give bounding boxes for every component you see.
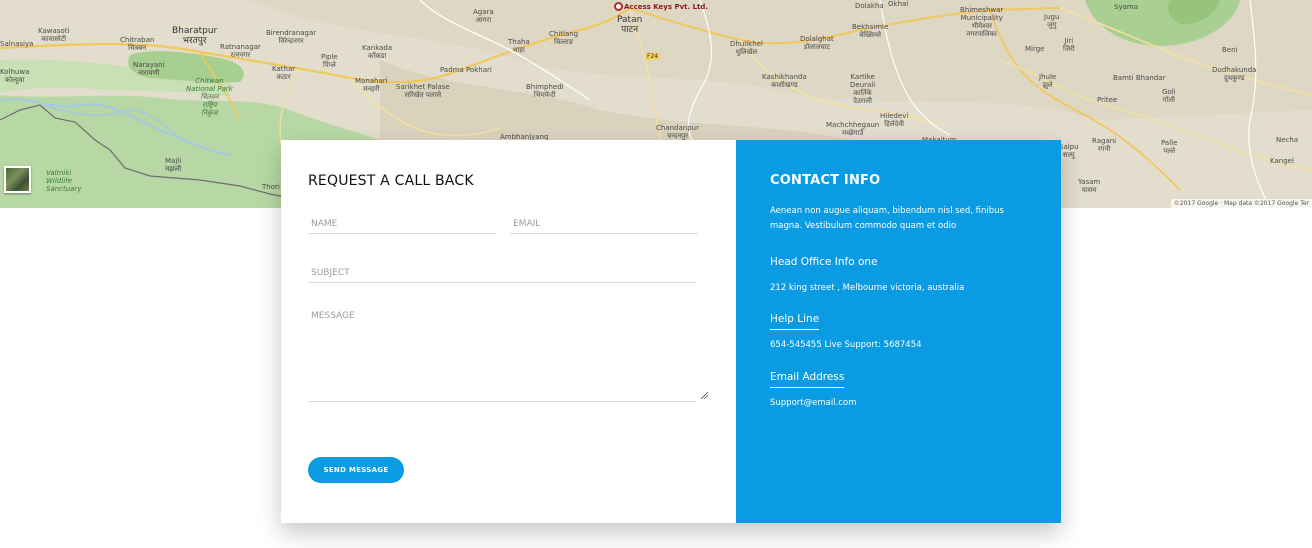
support-email-link[interactable]: Support@email.com: [770, 398, 1027, 408]
help-line-heading: Help Line: [770, 313, 820, 330]
map-place-label: Kathar कठार: [272, 65, 296, 81]
map-place-label: Mirge: [1025, 45, 1045, 53]
head-office-address: 212 king street , Melbourne victoria, au…: [770, 283, 965, 293]
info-intro-text: Aenean non augue aliquam, bibendum nisl …: [770, 206, 1004, 231]
contact-card: REQUEST A CALL BACK SEND MESSAGE CONTACT…: [281, 140, 1061, 523]
name-input[interactable]: [308, 215, 496, 234]
satellite-view-toggle[interactable]: [4, 166, 31, 193]
map-place-label: Thori: [262, 183, 280, 191]
email-input[interactable]: [510, 215, 698, 234]
map-place-label: Kangel: [1270, 157, 1294, 165]
map-place-label: Kartike Deurali कार्तिके देउराली: [850, 73, 876, 105]
map-place-label: Birendranagar विरेन्द्रनगर: [266, 29, 317, 45]
map-place-label: Salnasiya: [0, 40, 34, 48]
map-place-label: Goli गोली: [1162, 88, 1176, 104]
form-title: REQUEST A CALL BACK: [308, 173, 474, 189]
map-place-label: Jhule झुले: [1039, 73, 1057, 89]
map-place-label: Thaha थाहा: [508, 38, 530, 54]
message-wrapper: [308, 311, 709, 402]
map-place-label: Majli मझली: [165, 157, 182, 173]
map-place-label: Kankada काँकडा: [362, 44, 393, 60]
map-place-label: Kolhuwa कोल्हुवा: [0, 68, 30, 84]
map-place-label: Bhimeshwar Municipality भीमेश्वर नगरपालि…: [960, 6, 1004, 38]
map-place-label: Necha: [1276, 136, 1299, 144]
map-place-label: Bekhsimle बेख्सिम्ले: [852, 23, 889, 39]
map-place-label: Kashikhanda काशीखण्ड: [762, 73, 807, 89]
subject-wrapper: [308, 264, 709, 283]
map-place-label: Bhimphedi भिमफेदी: [526, 83, 564, 99]
map-place-label: Dudhakunda दुधकुण्ड: [1212, 66, 1257, 82]
contact-info-panel: CONTACT INFO Aenean non augue aliquam, b…: [736, 140, 1061, 523]
map-place-label: Yasam यासम: [1078, 178, 1101, 194]
map-park-label: Chitwan National Park चितवन राष्ट्रिय नि…: [186, 77, 233, 117]
map-place-label: Dolalghat डोलालघाट: [800, 35, 834, 51]
map-place-label: Pritee: [1097, 96, 1118, 104]
map-place-label: Salpu सल्पु: [1059, 143, 1079, 159]
callback-form: REQUEST A CALL BACK SEND MESSAGE: [281, 140, 736, 523]
map-place-label: Bamti Bhandar: [1113, 74, 1166, 82]
resize-grip-icon[interactable]: [701, 392, 708, 399]
map-place-label: Dhulikhel धुलिखेल: [730, 40, 763, 56]
map-place-label: Okhal: [888, 0, 909, 8]
map-marker-label[interactable]: Access Keys Pvt. Ltd.: [624, 3, 708, 11]
name-email-row: [308, 215, 709, 234]
map-place-label: Syama: [1114, 3, 1138, 11]
map-place-label: Dolakha: [855, 2, 884, 10]
info-title: CONTACT INFO: [770, 173, 881, 188]
map-place-label: Jiri जिरी: [1063, 37, 1075, 53]
map-place-label: Machchhegaun मच्छेगाउँ: [826, 121, 880, 137]
map-place-label: Kawasoti कावासोटी: [38, 27, 70, 43]
map-pin-icon[interactable]: [614, 2, 623, 11]
map-place-label: Bharatpur भरतपुर: [172, 26, 218, 46]
subject-input[interactable]: [308, 264, 697, 283]
map-park-label: Valmiki Wildlife Sanctuary: [46, 169, 82, 193]
map-place-label: Piple पिप्ले: [321, 53, 338, 69]
map-place-label: Hiledevi हिलेदेवी: [880, 112, 909, 128]
message-textarea[interactable]: [308, 311, 697, 402]
map-place-label: Beni: [1222, 46, 1238, 54]
help-line-number: 654-545455 Live Support: 5687454: [770, 340, 922, 350]
map-place-label: Chitlang चित्लाङ: [549, 30, 579, 46]
highway-shield: F24: [645, 53, 661, 60]
map-place-label: Ratnanagar रत्ननगर: [220, 43, 261, 59]
map-place-label: Narayani नारायणी: [133, 61, 165, 77]
map-place-label: Patan पाटन: [617, 15, 643, 35]
map-place-label: Padma Pokhari: [440, 66, 492, 74]
map-place-label: Palle पल्ले: [1161, 139, 1178, 155]
map-place-label: Ragani रगनी: [1092, 137, 1117, 153]
map-place-label: Sarikhet Palase सरिखेत पलासे: [396, 83, 450, 99]
head-office-heading: Head Office Info one: [770, 256, 878, 268]
map-place-label: Chandanpur चन्दनपुर: [656, 124, 699, 140]
send-message-button[interactable]: SEND MESSAGE: [308, 457, 404, 483]
map-place-label: Chitraban चित्रबन: [120, 36, 155, 52]
map-attribution[interactable]: ©2017 Google · Map data ©2017 Google Ter: [1170, 199, 1312, 208]
map-place-label: Manahari मनहरी: [355, 77, 388, 93]
map-place-label: Agara आगरा: [473, 8, 494, 24]
email-address-heading: Email Address: [770, 371, 845, 388]
map-place-label: Jugu जुगु: [1044, 13, 1060, 29]
